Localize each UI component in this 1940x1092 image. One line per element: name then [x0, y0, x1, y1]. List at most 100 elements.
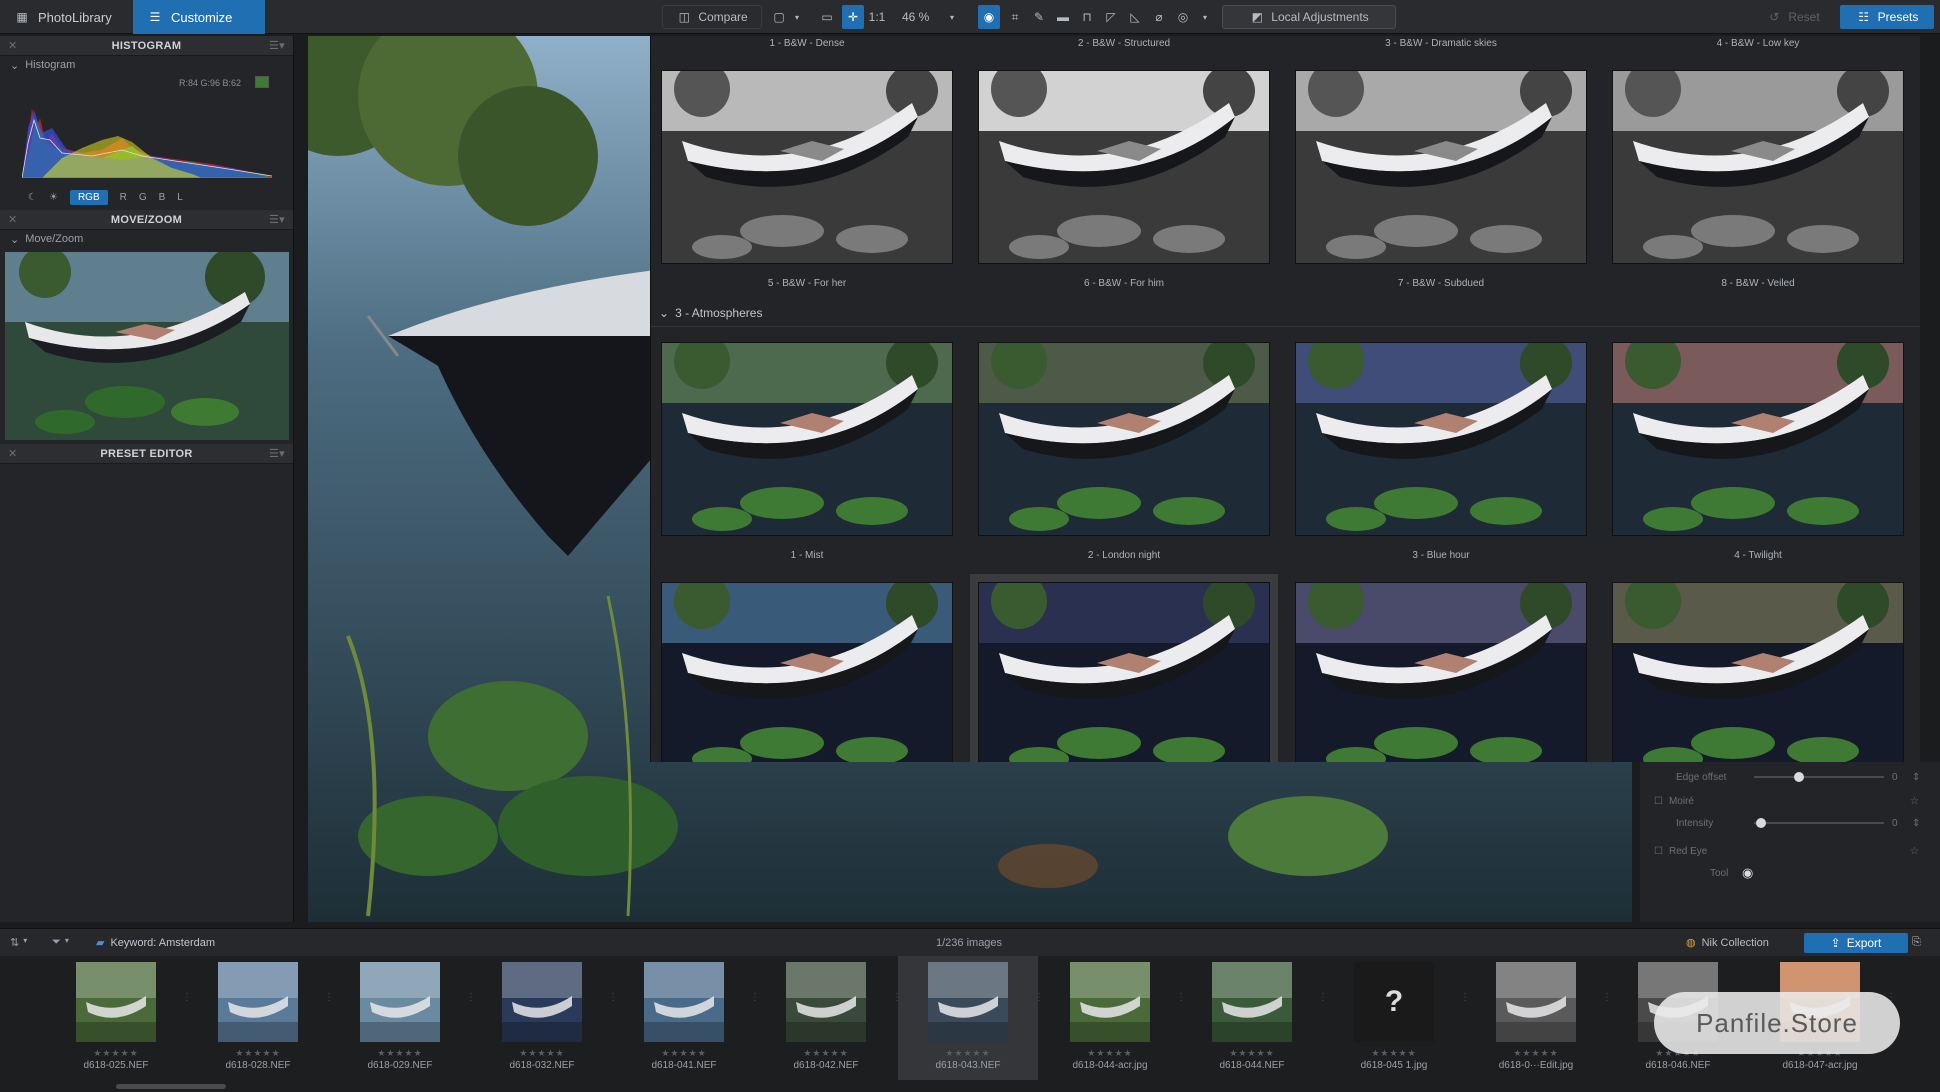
star-icon[interactable]: ☆: [1910, 796, 1919, 807]
histogram-subheader[interactable]: ⌄ Histogram: [0, 56, 293, 74]
close-icon[interactable]: ✕: [8, 213, 18, 226]
star-rating[interactable]: ★★★★★: [472, 1048, 612, 1059]
reset-button[interactable]: ↺ Reset: [1754, 5, 1832, 29]
histogram-panel-header[interactable]: ✕ HISTOGRAM ☰▾: [0, 36, 293, 56]
repair-tool-button[interactable]: ⌀: [1148, 5, 1170, 29]
filmstrip-item[interactable]: ★★★★★ d618-042.NEF: [756, 956, 896, 1080]
movezoom-navigator[interactable]: [5, 252, 289, 440]
move-tool-button[interactable]: ✛: [842, 5, 864, 29]
star-rating[interactable]: ★★★★★: [1466, 1048, 1606, 1059]
intensity-slider[interactable]: [1754, 818, 1884, 828]
compare-icon: ◫: [678, 10, 690, 24]
keyword-filter[interactable]: ▰ Keyword: Amsterdam: [96, 936, 215, 950]
filmstrip-filename: d618-0···Edit.jpg: [1498, 1060, 1574, 1071]
slider-knob[interactable]: [1794, 772, 1804, 782]
nik-collection-button[interactable]: ◍ Nik Collection: [1686, 933, 1769, 953]
panel-menu-icon[interactable]: ☰▾: [269, 447, 285, 460]
filmstrip-item[interactable]: ★★★★★ d618-025.NEF: [46, 956, 186, 1080]
filmstrip-item[interactable]: ★★★★★ d618-028.NEF: [188, 956, 328, 1080]
eyedropper-tool-button[interactable]: ✎: [1028, 5, 1050, 29]
star-rating[interactable]: ★★★★★: [898, 1048, 1038, 1059]
view-mode-dropdown[interactable]: ▢ ▾: [770, 5, 806, 29]
preset-editor-panel-header[interactable]: ✕ PRESET EDITOR ☰▾: [0, 444, 293, 464]
stepper-icon[interactable]: ⇕: [1912, 818, 1920, 829]
section-atmospheres-header[interactable]: ⌄ 3 - Atmospheres: [659, 306, 762, 320]
preset-thumbnail-atmosphere[interactable]: [978, 342, 1270, 536]
section-atmospheres-title: 3 - Atmospheres: [675, 306, 763, 320]
local-adjustments-button[interactable]: ◩ Local Adjustments: [1222, 5, 1396, 29]
stepper-icon[interactable]: ⇕: [1912, 772, 1920, 783]
slider-knob[interactable]: [1756, 818, 1766, 828]
movezoom-panel-header[interactable]: ✕ MOVE/ZOOM ☰▾: [0, 210, 293, 230]
star-rating[interactable]: ★★★★★: [330, 1048, 470, 1059]
channel-g[interactable]: G: [139, 192, 147, 203]
moon-icon[interactable]: ☾: [28, 192, 37, 203]
filmstrip-item[interactable]: ★★★★★ d618-044.NEF: [1182, 956, 1322, 1080]
preset-thumbnail-atmosphere[interactable]: [661, 342, 953, 536]
intensity-value[interactable]: 0: [1892, 818, 1898, 829]
fit-button[interactable]: ▭: [816, 5, 838, 29]
star-rating[interactable]: ★★★★★: [1182, 1048, 1322, 1059]
preset-thumbnail-bw[interactable]: [1612, 70, 1904, 264]
compare-button[interactable]: ◫ Compare: [662, 5, 762, 29]
tab-photolibrary[interactable]: ▦ PhotoLibrary: [0, 0, 132, 34]
perspective-tool-button[interactable]: ⊓: [1076, 5, 1098, 29]
white-balance-tool-button[interactable]: ◉: [978, 5, 1000, 29]
close-icon[interactable]: ✕: [8, 447, 18, 460]
preset-thumbnail-atmosphere[interactable]: [1612, 582, 1904, 762]
redeye-region-tool-button[interactable]: ◺: [1124, 5, 1146, 29]
eye-icon[interactable]: ◉: [1742, 865, 1753, 881]
preset-thumbnail-atmosphere[interactable]: [1295, 582, 1587, 762]
export-button[interactable]: ⇪ Export: [1804, 932, 1908, 953]
preset-thumbnail-bw[interactable]: [1295, 70, 1587, 264]
preset-thumbnail-atmosphere[interactable]: [1612, 342, 1904, 536]
left-tool-panel: ✕ HISTOGRAM ☰▾ ⌄ Histogram R:84 G:96 B:6…: [0, 36, 294, 922]
filter-button[interactable]: ⏷ ▾: [52, 936, 69, 949]
panel-menu-icon[interactable]: ☰▾: [269, 39, 285, 52]
preset-thumbnail-atmosphere[interactable]: [661, 582, 953, 762]
tab-customize[interactable]: ☰ Customize: [133, 0, 265, 34]
checkbox[interactable]: ☐: [1654, 846, 1663, 857]
export-icon: ⇪: [1830, 935, 1841, 950]
channel-l[interactable]: L: [177, 192, 183, 203]
filmstrip-item[interactable]: ★★★★★ d618-029.NEF: [330, 956, 470, 1080]
channel-b[interactable]: B: [159, 192, 166, 203]
checkbox[interactable]: ☐: [1654, 796, 1663, 807]
filmstrip-item[interactable]: ★★★★★ d618-0···Edit.jpg: [1466, 956, 1606, 1080]
distortion-tool-button[interactable]: ◸: [1100, 5, 1122, 29]
star-rating[interactable]: ★★★★★: [1040, 1048, 1180, 1059]
preset-thumbnail-bw[interactable]: [978, 70, 1270, 264]
filmstrip-item[interactable]: ★★★★★ d618-043.NEF: [898, 956, 1038, 1080]
sun-icon[interactable]: ☀: [49, 192, 58, 203]
channel-r[interactable]: R: [120, 192, 127, 203]
zoom-one-to-one-button[interactable]: 1:1: [866, 5, 888, 29]
share-icon[interactable]: ⎘: [1912, 936, 1921, 949]
panel-menu-icon[interactable]: ☰▾: [269, 213, 285, 226]
star-icon[interactable]: ☆: [1910, 846, 1919, 857]
star-rating[interactable]: ★★★★★: [1324, 1048, 1464, 1059]
preview-eye-button[interactable]: ◎: [1172, 5, 1194, 29]
preset-thumbnail-atmosphere[interactable]: [1295, 342, 1587, 536]
movezoom-subheader[interactable]: ⌄ Move/Zoom: [0, 230, 293, 248]
filmstrip-item[interactable]: ★★★★★ d618-041.NEF: [614, 956, 754, 1080]
presets-button[interactable]: ☷ Presets: [1840, 5, 1934, 29]
edge-offset-value[interactable]: 0: [1892, 772, 1898, 783]
filmstrip-item[interactable]: ★★★★★ d618-032.NEF: [472, 956, 612, 1080]
close-icon[interactable]: ✕: [8, 39, 18, 52]
zoom-level-dropdown[interactable]: 46 % ▾: [896, 5, 966, 29]
star-rating[interactable]: ★★★★★: [188, 1048, 328, 1059]
horizon-tool-button[interactable]: ▬: [1052, 5, 1074, 29]
more-tools-dropdown[interactable]: ▾: [1194, 5, 1216, 29]
edge-offset-slider[interactable]: [1754, 772, 1884, 782]
preset-thumbnail-atmosphere[interactable]: [970, 574, 1278, 762]
filmstrip-scrollbar[interactable]: [116, 1084, 226, 1089]
preset-thumbnail-bw[interactable]: [661, 70, 953, 264]
filmstrip-item[interactable]: ★★★★★ d618-044-acr.jpg: [1040, 956, 1180, 1080]
star-rating[interactable]: ★★★★★: [614, 1048, 754, 1059]
star-rating[interactable]: ★★★★★: [46, 1048, 186, 1059]
sort-button[interactable]: ⇅ ▾: [10, 936, 27, 949]
star-rating[interactable]: ★★★★★: [756, 1048, 896, 1059]
filmstrip-item[interactable]: ? ★★★★★ d618-045 1.jpg: [1324, 956, 1464, 1080]
channel-rgb[interactable]: RGB: [69, 190, 108, 205]
crop-tool-button[interactable]: ⌗: [1004, 5, 1026, 29]
